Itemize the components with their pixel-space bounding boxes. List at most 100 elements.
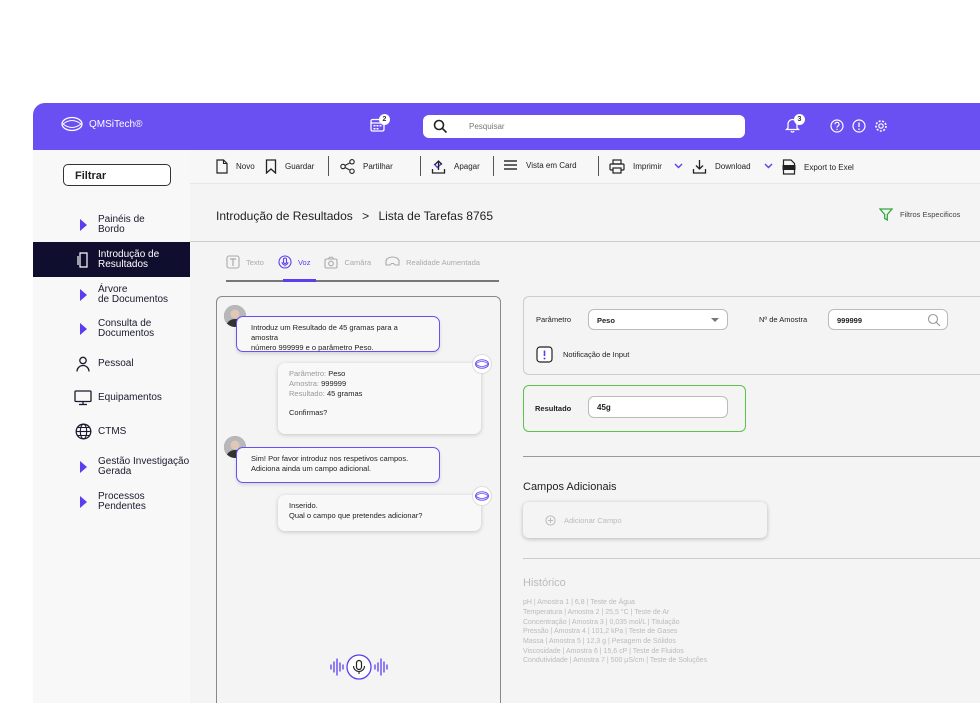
document-icon [76,251,88,268]
toolbar-divider [420,156,421,176]
voice-record-button[interactable] [327,652,391,682]
tab-realidade-aumentada[interactable]: Realidade Aumentada [385,255,480,269]
brand-logo[interactable]: QMSiTech® [61,116,143,132]
download-chevron-down-icon[interactable] [764,163,773,169]
divider [523,456,980,457]
help-icon[interactable] [830,119,844,133]
delete-button[interactable]: Apagar [431,159,480,174]
message-text: Sim! Por favor introduz nos respetivos c… [251,454,409,463]
new-button[interactable]: Novo [216,159,255,174]
sidebar-item-sublabel: Gerada [98,465,132,477]
history-entry: Viscosidade | Amostra 6 | 15,6 cP | Test… [523,648,684,655]
breadcrumb-item[interactable]: Introdução de Resultados [216,209,353,223]
divider [523,558,980,559]
sidebar-item-processos-pendentes[interactable]: Processos Pendentes [33,484,190,519]
share-label: Partilhar [363,162,393,171]
history-entry: pH | Amostra 1 | 6,8 | Teste de Água [523,599,635,606]
result-input[interactable]: 45g [588,396,728,418]
globe-icon [75,423,91,440]
ar-headset-icon [385,255,400,266]
notifications-button[interactable]: 3 [784,114,805,138]
qmsitech-bot-icon [475,491,490,501]
sidebar-item-label: Gestão Investigação [98,455,190,467]
triangle-icon [79,322,87,335]
save-label: Guardar [285,162,315,171]
excel-file-icon [782,159,796,175]
qmsitech-logo-icon [61,116,83,132]
upload-icon [431,160,446,174]
assistant-message: Inserido. Qual o campo que pretendes adi… [278,495,481,531]
field-key: Amostra: [289,379,320,388]
sidebar-item-sublabel: de Documentos [98,293,169,305]
save-button[interactable]: Guardar [265,159,314,174]
top-bar: QMSiTech® 2 Pesquisar 3 [33,103,980,150]
triangle-icon [79,288,87,301]
new-document-icon [216,159,228,174]
sample-number-value: 999999 [837,316,863,325]
add-field-button[interactable]: Adicionar Campo [523,502,767,538]
funnel-icon [879,208,893,221]
breadcrumb: Introdução de Resultados > Lista de Tare… [216,209,493,223]
triangle-icon [79,218,87,231]
history-entry: Pressão | Amostra 4 | 101,2 kPa | Teste … [523,628,678,635]
active-tab-indicator [283,279,316,282]
print-chevron-down-icon[interactable] [674,163,683,169]
assistant-message: Parâmetro: Peso Amostra: 999999 Resultad… [278,363,481,434]
plus-circle-icon [545,514,556,526]
field-value: 999999 [321,379,347,388]
search-bar[interactable]: Pesquisar [423,115,745,138]
print-label: Imprimir [633,162,662,171]
toolbar-divider [328,156,329,176]
sidebar-item-arvore-de-documentos[interactable]: Árvore de Documentos [33,277,190,312]
history-title: Histórico [523,577,566,589]
alert-icon[interactable] [852,119,866,133]
printer-icon [609,159,625,174]
additional-fields-title: Campos Adicionais [523,481,617,493]
card-view-button[interactable]: Vista em Card [503,159,577,171]
search-icon[interactable] [927,313,941,327]
sample-number-field[interactable]: 999999 [828,309,948,330]
sidebar-item-equipamentos[interactable]: Equipamentos [33,380,190,415]
tab-voz[interactable]: Voz [278,255,310,269]
tab-label: Camâra [344,257,372,267]
parameter-value: Peso [597,316,615,325]
sidebar-item-consulta-de-documentos[interactable]: Consulta de Documentos [33,311,190,346]
result-label: Resultado [535,404,572,413]
download-button[interactable]: Download [692,159,751,174]
sidebar-item-paineis-de-bordo[interactable]: Painéis de Bordo [33,207,190,242]
sample-number-label: Nº de Amostra [759,315,808,324]
export-excel-button[interactable]: Export to Exel [782,159,854,175]
monitor-icon [74,389,92,405]
list-icon [504,160,517,170]
filter-button[interactable]: Filtrar [63,164,171,186]
sidebar-item-ctms[interactable]: CTMS [33,414,190,449]
tab-texto[interactable]: Texto [226,255,264,269]
breadcrumb-current: Lista de Tarefas 8765 [378,209,493,223]
sidebar-item-gestao-investigacao[interactable]: Gestão Investigação Gerada [33,449,190,484]
specific-filters-button[interactable]: Filtros Especificos [879,208,960,221]
toolbar: Novo Guardar Partilhar Apagar Vista em C… [190,150,980,184]
input-notification-label: Notificação de Input [563,350,630,359]
sidebar-item-introducao-de-resultados[interactable]: Introdução de Resultados [33,242,190,277]
message-text: Qual o campo que pretendes adicionar? [289,511,423,520]
field-key: Parâmetro: [289,369,327,378]
dropdown-caret-icon [711,318,719,322]
parameter-select[interactable]: Peso [588,309,728,330]
card-view-label: Vista em Card [526,160,577,170]
sample-parameters-panel: Parâmetro Peso Nº de Amostra 999999 Noti… [523,296,980,375]
print-button[interactable]: Imprimir [609,159,662,174]
share-button[interactable]: Partilhar [340,159,393,174]
message-text: Adiciona ainda um campo adicional. [251,464,372,473]
sidebar-item-pessoal[interactable]: Pessoal [33,346,190,381]
app-window: QMSiTech® 2 Pesquisar 3 Filtrar Painéis … [33,103,980,703]
calendar-button[interactable]: 2 [370,114,390,137]
sidebar-item-label: Árvore [98,283,128,295]
bookmark-icon [265,159,277,174]
sidebar-item-sublabel: Resultados [98,258,149,270]
divider [190,241,980,242]
history-entry: Concentração | Amostra 3 | 0,035 mol/L |… [523,619,680,626]
tab-label: Texto [246,257,264,267]
gear-icon[interactable] [874,119,888,133]
tab-camara[interactable]: Camâra [324,255,371,269]
input-mode-tabs: Texto Voz Camâra Realidade Aumentada [226,255,494,269]
